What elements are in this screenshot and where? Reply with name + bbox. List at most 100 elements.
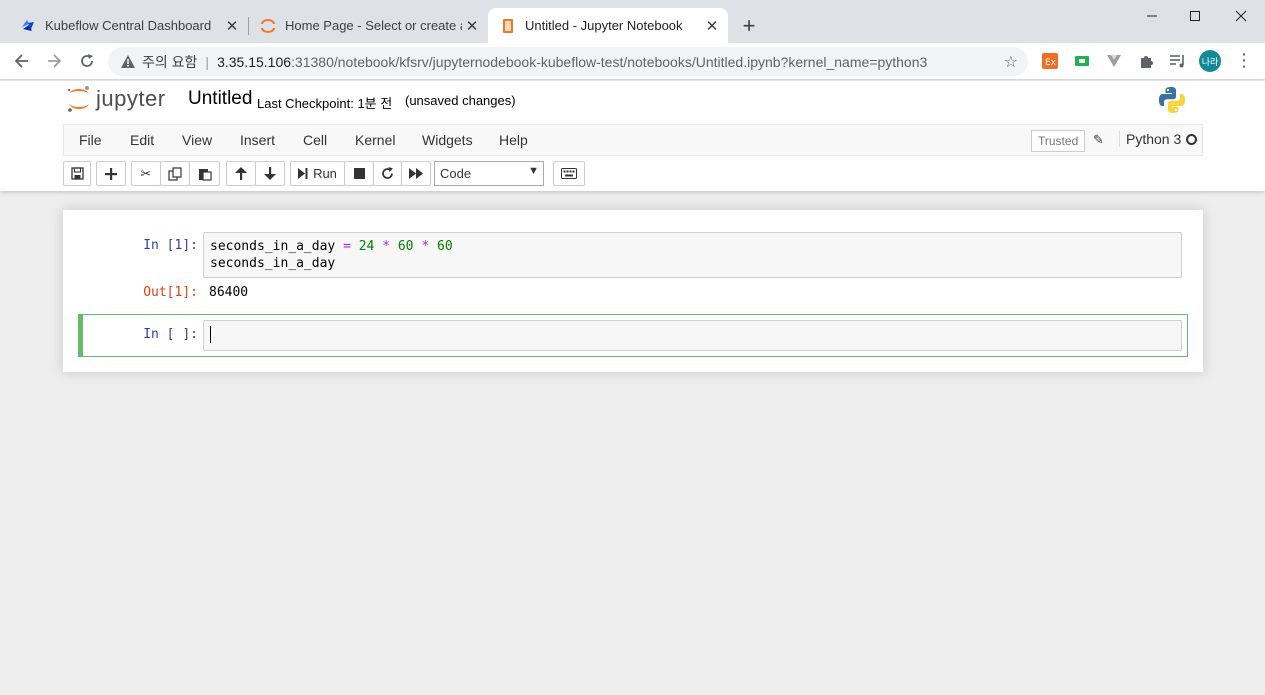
interrupt-button[interactable] xyxy=(344,161,374,186)
move-down-button[interactable] xyxy=(255,161,285,186)
menu-insert[interactable]: Insert xyxy=(240,132,275,148)
output-prompt: Out[1]: xyxy=(143,285,198,300)
arrow-down-icon xyxy=(264,167,276,180)
address-separator: | xyxy=(205,53,210,70)
notebook-title[interactable]: Untitled xyxy=(188,88,252,110)
browser-tab-strip: Kubeflow Central Dashboard ✕ Home Page -… xyxy=(0,0,1265,43)
scissors-icon: ✂ xyxy=(140,165,152,181)
svg-text:Ex: Ex xyxy=(1045,58,1057,68)
cell-type-value: Code xyxy=(440,166,472,181)
menu-kernel[interactable]: Kernel xyxy=(355,132,395,148)
fast-forward-icon xyxy=(409,168,423,179)
input-prompt: In [ ]: xyxy=(143,327,198,342)
maximize-icon[interactable] xyxy=(1172,0,1218,32)
security-warning-label[interactable]: 주의 요함 xyxy=(142,52,197,72)
move-up-button[interactable] xyxy=(226,161,256,186)
kubeflow-icon xyxy=(20,18,36,34)
url-path: :31380/notebook/kfsrv/jupyternodebook-ku… xyxy=(291,53,928,70)
tab-title: Home Page - Select or create a xyxy=(285,18,462,33)
menu-view[interactable]: View xyxy=(182,132,212,148)
notebook-icon xyxy=(500,18,516,34)
code-input[interactable]: seconds_in_a_day = 24 * 60 * 60 seconds_… xyxy=(203,232,1182,278)
menu-help[interactable]: Help xyxy=(499,132,528,148)
paste-icon xyxy=(198,168,212,181)
jupyter-logo-icon xyxy=(67,86,89,112)
code-token: seconds_in_a_day xyxy=(210,239,344,254)
extension-orange-icon[interactable]: Ex xyxy=(1041,52,1059,70)
edit-pencil-icon[interactable]: ✎ xyxy=(1093,132,1104,148)
code-token: seconds_in_a_day xyxy=(210,256,336,271)
kernel-name[interactable]: Python 3 xyxy=(1119,131,1181,147)
restart-button[interactable] xyxy=(373,161,402,186)
save-icon xyxy=(70,167,84,180)
media-control-icon[interactable] xyxy=(1169,52,1187,70)
tab-title: Kubeflow Central Dashboard xyxy=(45,18,212,33)
new-tab-icon[interactable]: + xyxy=(737,13,761,38)
plus-icon xyxy=(105,167,117,180)
cell-output: 86400 xyxy=(209,285,249,300)
menu-bar: File Edit View Insert Cell Kernel Widget… xyxy=(63,124,1203,156)
browser-menu-icon[interactable]: ⋮ xyxy=(1235,51,1253,69)
restart-icon xyxy=(382,167,393,179)
save-button[interactable] xyxy=(63,161,91,186)
notebook-toolbar: ✂ Run Code ▼ xyxy=(0,160,1265,190)
url-host: 3.35.15.106 xyxy=(217,53,292,70)
browser-toolbar: 주의 요함 | 3.35.15.106:31380/notebook/kfsrv… xyxy=(0,43,1265,80)
close-tab-icon[interactable]: ✕ xyxy=(702,16,722,36)
close-tab-icon[interactable]: ✕ xyxy=(222,16,242,36)
code-token: = xyxy=(343,239,351,254)
autosave-status: (unsaved changes) xyxy=(405,93,516,108)
code-line: seconds_in_a_day xyxy=(210,255,1175,272)
jupyter-logo[interactable]: jupyter xyxy=(66,84,166,114)
paste-button[interactable] xyxy=(189,161,220,186)
copy-button[interactable] xyxy=(160,161,190,186)
step-forward-icon xyxy=(298,168,308,179)
warning-icon[interactable] xyxy=(120,54,136,70)
code-token: 60 xyxy=(397,239,414,254)
menu-file[interactable]: File xyxy=(79,132,102,148)
close-tab-icon[interactable]: ✕ xyxy=(462,16,482,36)
tab-home-page[interactable]: Home Page - Select or create a ✕ xyxy=(240,8,488,43)
arrow-up-icon xyxy=(235,167,247,180)
run-button[interactable]: Run xyxy=(290,161,345,186)
run-label: Run xyxy=(313,166,337,181)
keyboard-icon xyxy=(561,168,577,179)
close-window-icon[interactable] xyxy=(1218,0,1264,32)
code-token: * xyxy=(382,239,391,254)
chevron-down-icon: ▼ xyxy=(528,165,539,177)
jupyter-wordmark: jupyter xyxy=(96,86,166,111)
trusted-badge[interactable]: Trusted xyxy=(1031,130,1086,152)
minimize-icon[interactable] xyxy=(1129,0,1175,32)
back-icon[interactable] xyxy=(10,49,34,73)
tab-kubeflow-dashboard[interactable]: Kubeflow Central Dashboard ✕ xyxy=(0,8,248,43)
menu-cell[interactable]: Cell xyxy=(303,132,327,148)
menu-widgets[interactable]: Widgets xyxy=(422,132,473,148)
jupyter-header: jupyter Untitled Last Checkpoint: 1분 전 (… xyxy=(0,81,1265,191)
code-token: 24 xyxy=(358,239,375,254)
stop-icon xyxy=(353,168,365,179)
forward-icon[interactable] xyxy=(42,49,66,73)
kernel-idle-indicator xyxy=(1186,134,1197,145)
code-token: * xyxy=(421,239,430,254)
restart-run-all-button[interactable] xyxy=(401,161,431,186)
code-line: seconds_in_a_day = 24 * 60 * 60 xyxy=(210,238,1175,255)
cut-button[interactable]: ✂ xyxy=(131,161,161,186)
code-input-empty[interactable] xyxy=(203,320,1182,351)
extension-green-icon[interactable] xyxy=(1073,52,1091,70)
command-palette-button[interactable] xyxy=(553,161,585,186)
address-bar[interactable]: 주의 요함 | 3.35.15.106:31380/notebook/kfsrv… xyxy=(108,47,1028,76)
profile-avatar[interactable]: 나라 xyxy=(1199,50,1221,72)
insert-cell-button[interactable] xyxy=(96,161,126,186)
tab-title: Untitled - Jupyter Notebook xyxy=(525,18,683,33)
bookmark-star-icon[interactable]: ☆ xyxy=(1004,52,1018,72)
cell-type-select[interactable]: Code ▼ xyxy=(434,161,544,186)
python-logo-icon xyxy=(1157,85,1187,120)
extensions-puzzle-icon[interactable] xyxy=(1137,52,1155,70)
tab-untitled-notebook[interactable]: Untitled - Jupyter Notebook ✕ xyxy=(488,8,728,43)
extension-vue-icon[interactable] xyxy=(1105,52,1123,70)
menu-edit[interactable]: Edit xyxy=(130,132,154,148)
reload-icon[interactable] xyxy=(75,49,99,73)
last-checkpoint: Last Checkpoint: 1분 전 xyxy=(257,96,393,111)
